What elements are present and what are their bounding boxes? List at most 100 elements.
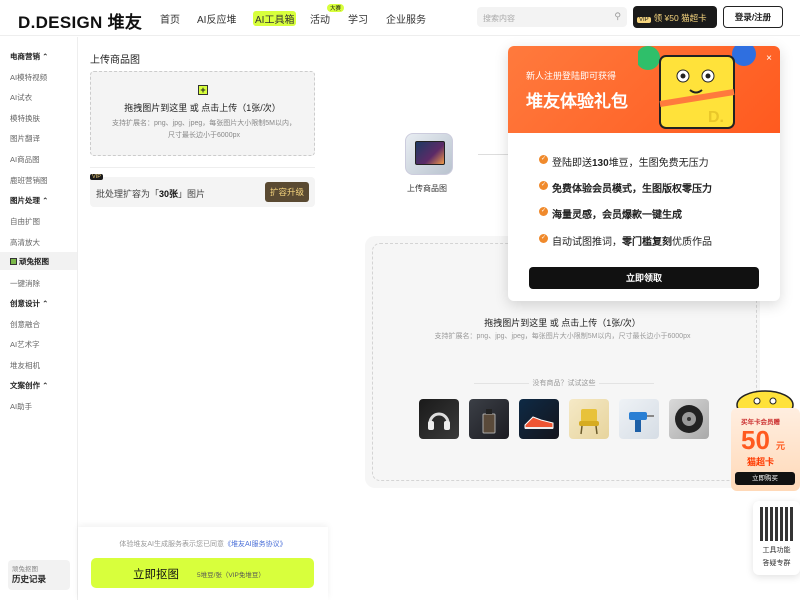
chair-image bbox=[579, 409, 599, 435]
start-cutout-button[interactable]: 立即抠图 5堆豆/张（VIP免堆豆） bbox=[91, 558, 314, 588]
close-icon[interactable]: × bbox=[766, 53, 772, 64]
qr-code-icon bbox=[760, 507, 794, 541]
main-upload-hint: 支持扩展名：png、jpg、jpeg，每张图片大小限制5M以内，尺寸最长边小于6… bbox=[434, 333, 691, 340]
vip-offer-text: 领 ¥50 猫超卡 bbox=[653, 13, 707, 23]
nav-ai-reactor[interactable]: AI反应堆 bbox=[197, 11, 236, 26]
batch-text: 批处理扩容为「30张」图片 bbox=[96, 189, 206, 199]
promo-name: 猫超卡 bbox=[747, 457, 775, 467]
upload-main-text: 拖拽图片到这里 或 点击上传（1张/次） bbox=[124, 103, 281, 113]
sidebar-item-cutout[interactable]: 顽兔抠图 bbox=[0, 252, 77, 270]
sample-sneaker[interactable] bbox=[519, 399, 559, 439]
sample-tire[interactable] bbox=[669, 399, 709, 439]
sample-headphones[interactable] bbox=[419, 399, 459, 439]
nav-learn[interactable]: 学习 bbox=[348, 11, 368, 26]
nav-events-badge: 大赛 bbox=[327, 4, 345, 12]
login-button[interactable]: 登录/注册 bbox=[723, 6, 783, 28]
sidebar-item-ai-model-video[interactable]: AI模特视频 bbox=[10, 72, 47, 83]
check-icon: ✓ bbox=[539, 207, 548, 216]
cutout-icon bbox=[10, 258, 17, 265]
mascot-illustration: D. bbox=[638, 46, 756, 129]
vip-badge: VIP bbox=[90, 174, 103, 180]
drill-image bbox=[629, 412, 654, 432]
qr-support-widget[interactable]: 工具功能 答疑专群 bbox=[753, 501, 800, 575]
promo-unit: 元 bbox=[776, 441, 786, 451]
bottom-action-bar: 体验堆友AI生成服务表示您已同意《堆友AI服务协议》 立即抠图 5堆豆/张（VI… bbox=[78, 527, 328, 600]
sidebar-item-art-text[interactable]: AI艺术字 bbox=[10, 339, 40, 350]
chevron-up-icon: ⌃ bbox=[42, 381, 49, 390]
headphones-image bbox=[428, 412, 450, 430]
sidebar-item-luban[interactable]: 鹿班营销图 bbox=[10, 175, 48, 186]
popup-subtitle: 新人注册登陆即可获得 bbox=[526, 71, 617, 81]
svg-text:D.: D. bbox=[708, 109, 724, 126]
try-samples-label: 没有商品？试试这些 bbox=[474, 378, 654, 388]
check-icon: ✓ bbox=[539, 234, 548, 243]
start-label: 立即抠图 bbox=[133, 569, 179, 581]
sidebar-item-model-skin[interactable]: 模特换肤 bbox=[10, 113, 40, 124]
qr-line-1: 工具功能 bbox=[762, 547, 791, 554]
upgrade-button[interactable]: 扩容升级 bbox=[265, 182, 309, 202]
sample-drill[interactable] bbox=[619, 399, 659, 439]
batch-upgrade-row: VIP 批处理扩容为「30张」图片 扩容升级 bbox=[90, 174, 315, 207]
upload-step-icon bbox=[405, 133, 453, 175]
perk-4: ✓ 自动试图推词，零门槛复刻优质作品 bbox=[539, 234, 712, 248]
sidebar-item-camera[interactable]: 堆友相机 bbox=[10, 360, 40, 371]
check-icon: ✓ bbox=[539, 181, 548, 190]
history-sub-label: 顽兔抠图 bbox=[12, 566, 38, 573]
tire-image bbox=[675, 405, 703, 433]
search-placeholder: 搜索内容 bbox=[483, 14, 515, 23]
perfume-image bbox=[482, 409, 496, 434]
sidebar-section-copywriting[interactable]: 文案创作 ⌃ bbox=[10, 380, 48, 391]
app-root: D.DESIGN 堆友 首页 AI反应堆 AI工具箱 活动 大赛 学习 企业服务… bbox=[0, 0, 800, 600]
sidebar-item-hd-upscale[interactable]: 高清放大 bbox=[10, 237, 40, 248]
flow-step-label: 上传商品图 bbox=[407, 184, 447, 193]
sidebar-item-ai-product[interactable]: AI商品图 bbox=[10, 154, 40, 165]
chevron-up-icon: ⌃ bbox=[42, 52, 49, 61]
upload-dropzone[interactable]: + 拖拽图片到这里 或 点击上传（1张/次） 支持扩展名：png、jpg、jpe… bbox=[90, 71, 315, 156]
nav-ai-toolbox[interactable]: AI工具箱 bbox=[253, 11, 297, 26]
agreement-text: 体验堆友AI生成服务表示您已同意《堆友AI服务协议》 bbox=[119, 541, 287, 548]
popup-banner: 新人注册登陆即可获得 堆友体验礼包 D. × bbox=[508, 46, 780, 133]
promo-buy-button[interactable]: 立即购买 bbox=[735, 472, 795, 485]
membership-promo[interactable]: 买年卡会员赠 50 元 猫超卡 立即购买 bbox=[729, 383, 800, 491]
sidebar-item-free-expand[interactable]: 自由扩图 bbox=[10, 216, 40, 227]
promo-amount: 50 bbox=[741, 425, 770, 455]
vip-offer-button[interactable]: VIP 领 ¥50 猫超卡 bbox=[633, 6, 717, 28]
welcome-gift-popup: 新人注册登陆即可获得 堆友体验礼包 D. × ✓ 登陆即送130堆豆，生图免费无压… bbox=[508, 46, 780, 301]
top-bar: D.DESIGN 堆友 首页 AI反应堆 AI工具箱 活动 大赛 学习 企业服务… bbox=[0, 0, 800, 36]
sidebar-item-fusion[interactable]: 创意融合 bbox=[10, 319, 40, 330]
upload-hint-text: 支持扩展名：png、jpg、jpeg，每张图片大小限制5M以内，尺寸最长边小于6… bbox=[112, 120, 296, 139]
chevron-up-icon: ⌃ bbox=[42, 299, 49, 308]
flow-connector bbox=[478, 154, 512, 155]
sidebar-section-creative[interactable]: 创意设计 ⌃ bbox=[10, 298, 48, 309]
perk-1: ✓ 登陆即送130堆豆，生图免费无压力 bbox=[539, 155, 709, 169]
main-upload-text: 拖拽图片到这里 或 点击上传（1张/次） bbox=[484, 318, 641, 328]
start-cost: 5堆豆/张（VIP免堆豆） bbox=[197, 572, 265, 579]
nav-enterprise[interactable]: 企业服务 bbox=[386, 11, 426, 26]
perk-3: ✓ 海量灵感，会员爆款一键生成 bbox=[539, 207, 682, 221]
history-button[interactable]: 顽兔抠图 历史记录 bbox=[8, 560, 70, 590]
qr-line-2: 答疑专群 bbox=[762, 560, 791, 567]
sidebar-item-ai-tryon[interactable]: AI试衣 bbox=[10, 92, 32, 103]
plus-icon: + bbox=[198, 85, 208, 95]
sidebar: 电商营销 ⌃ AI模特视频 AI试衣 模特换肤 图片翻译 AI商品图 鹿班营销图… bbox=[0, 37, 78, 600]
sneaker-image bbox=[524, 416, 554, 429]
search-input[interactable]: 搜索内容 ⚲ bbox=[477, 7, 627, 27]
sidebar-item-image-translate[interactable]: 图片翻译 bbox=[10, 133, 40, 144]
sidebar-section-ecommerce[interactable]: 电商营销 ⌃ bbox=[10, 51, 48, 62]
agreement-link[interactable]: 《堆友AI服务协议》 bbox=[224, 541, 287, 548]
sample-chair[interactable] bbox=[569, 399, 609, 439]
sidebar-item-erase[interactable]: 一键消除 bbox=[10, 278, 40, 289]
nav-events[interactable]: 活动 bbox=[310, 11, 330, 26]
claim-button[interactable]: 立即领取 bbox=[529, 267, 759, 289]
search-icon[interactable]: ⚲ bbox=[614, 11, 621, 22]
chevron-up-icon: ⌃ bbox=[42, 196, 49, 205]
perk-2: ✓ 免费体验会员模式，生图版权零压力 bbox=[539, 181, 712, 195]
sidebar-item-ai-assistant[interactable]: AI助手 bbox=[10, 401, 32, 412]
history-label: 历史记录 bbox=[12, 574, 47, 584]
sample-perfume[interactable] bbox=[469, 399, 509, 439]
nav-home[interactable]: 首页 bbox=[160, 11, 180, 26]
site-logo[interactable]: D.DESIGN 堆友 bbox=[18, 8, 142, 33]
sidebar-section-image[interactable]: 图片处理 ⌃ bbox=[10, 195, 48, 206]
divider bbox=[90, 167, 315, 168]
popup-title: 堆友体验礼包 bbox=[526, 92, 628, 111]
